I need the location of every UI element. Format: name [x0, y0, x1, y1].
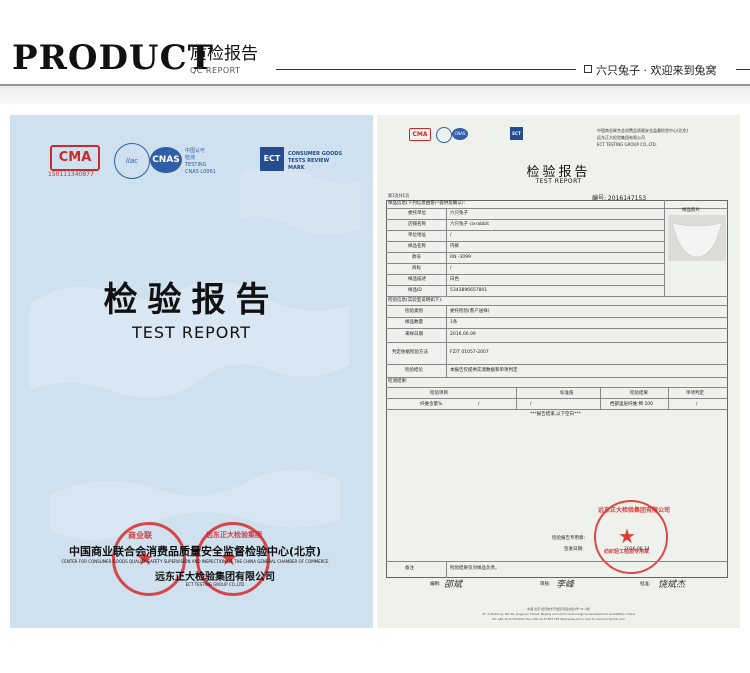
header-rule-right [736, 69, 750, 70]
remark-label: 备注 [405, 566, 414, 571]
cma-logo-small: CMA [409, 128, 431, 141]
cover-organization-cn: 中国商业联合会消费品质量安全监督检验中心(北京) [68, 545, 322, 558]
cnas-logo-small: CNAS [452, 128, 468, 140]
header-rule [276, 69, 576, 70]
cover-organization2-en: ECT TESTING GROUP CO.,LTD [185, 582, 245, 587]
square-icon [584, 65, 592, 73]
qc-report-heading-cn: 质检报告 [190, 44, 258, 64]
cma-number: 150111340877 [48, 171, 94, 178]
report-end-note: ***报告结束,以下空白*** [530, 412, 581, 417]
report-footer: 中国·北京 经济技术开发区景园北街2号 31-3层 3F, D Building… [481, 607, 636, 621]
inspection-seal-text: 远东正大检验集团有限公司 [598, 507, 671, 514]
cma-logo: CMA [50, 145, 100, 171]
compiler-label: 编制: [430, 582, 441, 587]
cover-subtitle: TEST REPORT [131, 323, 252, 342]
page-count: 第1页共1页 [388, 193, 410, 198]
cover-organization2-cn: 远东正大检验集团有限公司 [155, 572, 275, 583]
product-heading: PRODUCT [12, 38, 214, 78]
sample-info-label: 样品信息(下列信息由客户提供及确认): [388, 201, 466, 206]
stamp-text: 商业联 [128, 531, 152, 540]
test-result-label: 检测结果: [388, 379, 408, 384]
qc-report-heading-en: QC REPORT [190, 66, 241, 75]
reviewer-label: 审核: [540, 582, 551, 587]
report-organization: 中国商业联合会消费品质量安全监督检验中心(北京) 远东正大检验集团有限公司 EC… [597, 128, 689, 147]
sign-date-label: 签发日期: [564, 547, 584, 552]
cover-title: 检验报告 [103, 280, 280, 320]
stamp-text-2: 远东正大检验集团 [206, 531, 262, 539]
sample-photo-label: 样品照片 [682, 208, 700, 213]
compiler-signature: 邵斌 [444, 580, 463, 590]
ect-logo-small: ECT [510, 127, 523, 140]
brand-tagline-text: 六只兔子 · 欢迎来到兔窝 [596, 64, 717, 77]
approver-label: 批准: [640, 582, 651, 587]
cnas-logo-caption: 中国认可 检测 TESTING CNAS L0061 [185, 148, 216, 175]
ect-logo: ECT [260, 147, 284, 171]
sign-date: 2016.06.14 [624, 547, 650, 552]
reviewer-signature: 李峰 [556, 580, 575, 590]
cnas-logo: CNAS [150, 147, 182, 173]
brand-tagline: 六只兔子 · 欢迎来到兔窝 [584, 62, 717, 78]
stamp-label: 检验报告专用章: [552, 536, 586, 541]
header-shadow-band [0, 86, 750, 104]
approver-signature: 饶斌杰 [658, 580, 686, 590]
underwear-image [671, 222, 723, 258]
sample-photo [668, 215, 726, 261]
ilac-logo: ilac [114, 143, 150, 179]
cover-organization-en: CENTER FOR CONSUMER GOODS QUALITY SAFETY… [61, 559, 329, 564]
test-info-label: 检验信息(实验室说明如下): [388, 298, 443, 303]
remark-value: 检验结果仅对样品负责。 [450, 566, 500, 571]
ect-logo-caption: CONSUMER GOODS TESTS REVIEW MARK [288, 151, 343, 171]
ilac-logo-small [436, 127, 452, 143]
report-subtitle: TEST REPORT [535, 178, 582, 185]
star-icon: ★ [618, 524, 636, 548]
